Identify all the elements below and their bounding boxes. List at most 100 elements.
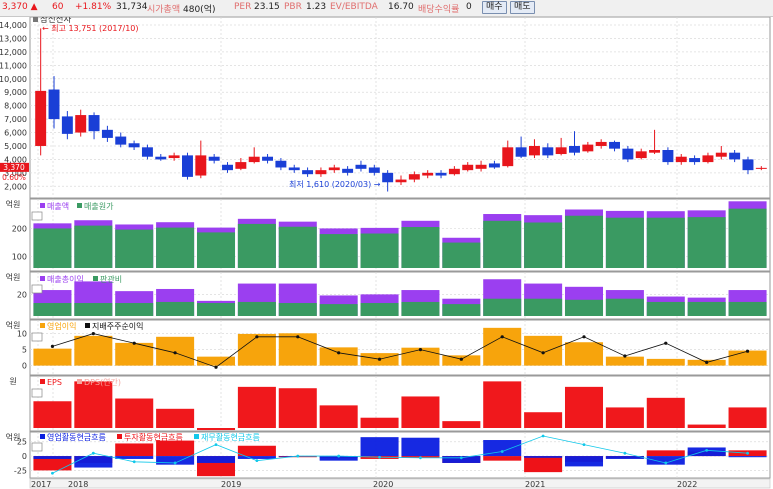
candle-body: [689, 158, 701, 163]
operating-income-bar: [646, 358, 685, 366]
operating-cf-bar: [74, 456, 113, 468]
x-tick-label: 2022: [677, 480, 697, 489]
financing-cf-point: [582, 443, 586, 447]
candle-body: [342, 168, 354, 173]
candle-body: [609, 141, 620, 149]
financing-cf-point: [337, 454, 341, 458]
financing-cf-point: [419, 456, 422, 460]
candle-body: [101, 129, 113, 138]
y-tick-label: 10: [17, 330, 27, 339]
gross-profit-legend-swatch: [40, 276, 45, 281]
candle-body: [248, 156, 260, 163]
candle-body: [649, 150, 661, 153]
market-cap-value: 480(억): [183, 5, 216, 15]
eps-bar: [156, 408, 195, 428]
dividend-yield-value: 0: [466, 2, 472, 12]
op-income-unit-label: 억원: [6, 320, 21, 330]
cost-of-sales-bar: [115, 229, 154, 268]
candle-body: [302, 170, 314, 175]
operating-cf-bar: [196, 456, 236, 463]
revenue-unit-label: 억원: [6, 199, 21, 209]
candle-body: [48, 89, 60, 120]
candle-body: [195, 155, 207, 176]
candle-body: [582, 144, 594, 152]
candle-body: [528, 145, 540, 156]
candle-body: [555, 147, 567, 155]
candle-body: [675, 156, 687, 163]
chart-type-icon: [31, 442, 43, 452]
x-tick-label: 2019: [221, 480, 241, 489]
sga-bar: [564, 299, 604, 316]
y-tick-label: 0: [22, 362, 27, 371]
eps-bar: [74, 381, 113, 428]
pbr-label: PBR: [284, 2, 302, 12]
price-change: 60: [52, 2, 64, 12]
sga-bar: [687, 301, 726, 316]
market-cap-label: 시가총액: [147, 5, 181, 15]
net-income-point: [705, 360, 709, 364]
y-tick-label: 200: [12, 224, 27, 233]
buy-button[interactable]: 매수: [482, 1, 507, 14]
candle-body: [222, 164, 233, 171]
candle-body: [702, 155, 714, 163]
net-income-point: [50, 344, 55, 348]
cost-of-sales-bar: [646, 217, 685, 268]
per-value: 23.15: [254, 2, 280, 12]
candle-body: [435, 172, 447, 176]
candle-body: [235, 162, 247, 169]
eps-bar: [278, 388, 317, 428]
eps-legend-label: EPS: [47, 378, 62, 387]
y-tick-label: 100: [12, 253, 27, 262]
operating-cf-bar: [401, 437, 440, 457]
y-tick-label: 7,000: [4, 115, 27, 124]
eps-bar: [401, 396, 440, 428]
y-tick-label: 5,000: [4, 142, 27, 151]
eps-bar: [605, 407, 644, 428]
y-tick-label: 0: [22, 452, 27, 461]
revenue-legend-label: 매출액: [47, 201, 69, 211]
y-tick-label: 9,000: [4, 88, 27, 97]
gross-profit-legend-label: 판관비: [100, 274, 122, 284]
operating-cf-bar: [360, 437, 399, 457]
eps-legend-swatch: [77, 379, 82, 384]
investing-cf-bar: [646, 450, 685, 457]
financing-cf-point: [541, 434, 545, 438]
cost-of-sales-bar: [319, 234, 358, 268]
candle-body: [395, 179, 407, 183]
pbr-value: 1.23: [306, 2, 327, 12]
sga-bar: [33, 303, 72, 316]
cost-of-sales-bar: [605, 217, 644, 268]
op-income-legend-swatch: [85, 323, 90, 328]
candle-body: [622, 148, 634, 160]
operating-income-bar: [33, 348, 72, 366]
sga-bar: [605, 298, 644, 316]
sga-bar: [401, 301, 440, 316]
operating-cf-bar: [524, 456, 563, 458]
sell-button[interactable]: 매도: [510, 1, 535, 14]
cost-of-sales-bar: [33, 228, 72, 268]
candle-body: [368, 167, 380, 173]
chart-type-icon: [31, 332, 43, 342]
sga-bar: [74, 303, 113, 316]
gross-profit-legend-swatch: [93, 276, 98, 281]
candle-body: [262, 156, 274, 161]
candle-body: [662, 150, 674, 163]
net-income-point: [664, 341, 668, 345]
operating-cf-bar: [33, 456, 72, 459]
price-panel: [29, 17, 771, 199]
sga-bar: [360, 303, 399, 316]
financing-cf-point: [91, 451, 95, 455]
cashflow-legend-label: 재무활동현금흐름: [201, 432, 260, 442]
cost-of-sales-bar: [237, 223, 276, 268]
financing-cf-point: [664, 461, 668, 465]
cost-of-sales-bar: [401, 227, 440, 268]
investing-cf-bar: [156, 440, 195, 457]
eps-bar: [728, 407, 767, 428]
financing-cf-point: [705, 448, 709, 452]
cost-of-sales-bar: [442, 242, 481, 268]
investing-cf-bar: [524, 456, 563, 473]
eps-bar: [319, 405, 358, 428]
volume: 31,734: [116, 2, 148, 12]
sga-bar: [237, 301, 276, 316]
chart-type-icon: [31, 211, 43, 221]
